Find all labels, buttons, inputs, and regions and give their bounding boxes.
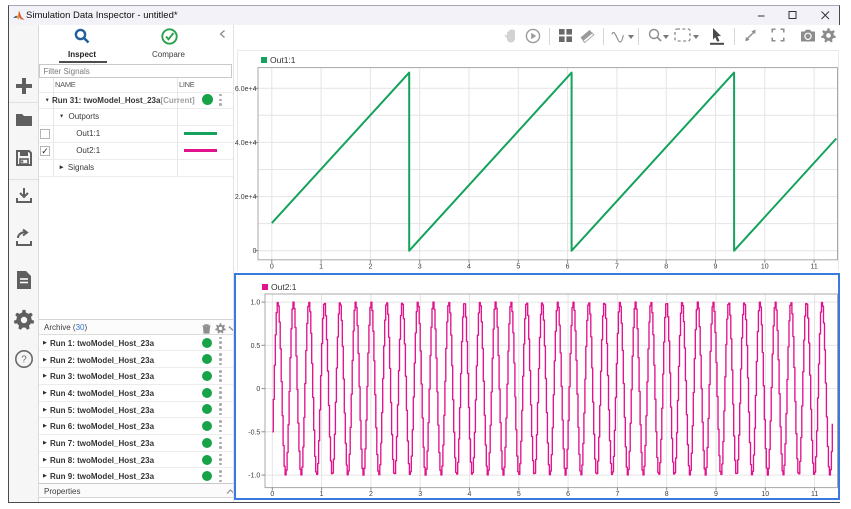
- svg-text:0.5: 0.5: [250, 342, 260, 349]
- svg-text:4: 4: [467, 263, 471, 270]
- svg-text:9: 9: [714, 263, 718, 270]
- svg-text:9: 9: [714, 491, 718, 498]
- svg-text:0: 0: [256, 386, 260, 393]
- svg-text:1: 1: [319, 263, 323, 270]
- svg-text:2: 2: [368, 491, 372, 498]
- svg-text:4: 4: [467, 491, 471, 498]
- svg-text:5: 5: [516, 491, 520, 498]
- svg-text:0: 0: [270, 491, 274, 498]
- svg-text:3: 3: [418, 491, 422, 498]
- svg-text:3: 3: [418, 263, 422, 270]
- svg-text:6: 6: [566, 263, 570, 270]
- svg-text:2: 2: [368, 263, 372, 270]
- svg-text:0: 0: [270, 263, 274, 270]
- svg-text:11: 11: [810, 263, 817, 270]
- svg-text:0: 0: [253, 248, 257, 255]
- svg-text:11: 11: [810, 491, 817, 498]
- svg-text:-0.5: -0.5: [248, 429, 260, 436]
- svg-text:1.0: 1.0: [250, 299, 260, 306]
- svg-text:8: 8: [664, 263, 668, 270]
- svg-text:6: 6: [566, 491, 570, 498]
- svg-text:5: 5: [516, 263, 520, 270]
- svg-text:-1.0: -1.0: [248, 472, 260, 479]
- svg-text:4.0e+4: 4.0e+4: [235, 140, 257, 147]
- svg-text:1: 1: [319, 491, 323, 498]
- svg-text:8: 8: [664, 491, 668, 498]
- svg-text:7: 7: [615, 491, 619, 498]
- svg-text:7: 7: [615, 263, 619, 270]
- svg-text:6.0e+4: 6.0e+4: [235, 86, 257, 93]
- svg-text:?: ?: [21, 355, 27, 366]
- svg-text:2.0e+4: 2.0e+4: [235, 194, 257, 201]
- svg-text:10: 10: [761, 491, 769, 498]
- svg-text:10: 10: [761, 263, 769, 270]
